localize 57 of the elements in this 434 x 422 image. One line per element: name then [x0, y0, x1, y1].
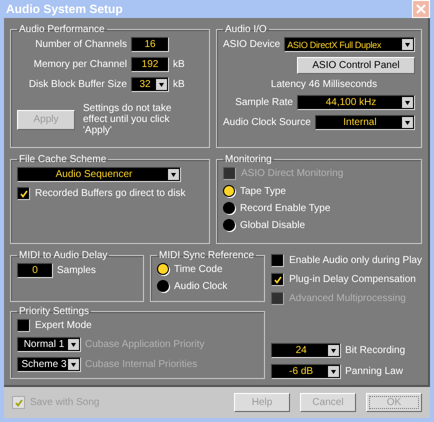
unit-label: kB	[173, 79, 185, 90]
radio-button[interactable]	[223, 219, 235, 231]
checkbox-label: Expert Mode	[35, 320, 92, 331]
checkbox[interactable]	[271, 254, 284, 267]
unit-label: kB	[173, 59, 185, 70]
group-title: MIDI to Audio Delay	[18, 250, 108, 261]
unit-label: Samples	[57, 265, 96, 276]
field-label: Bit Recording	[345, 345, 406, 356]
radio-label: Audio Clock	[174, 280, 228, 292]
dropdown[interactable]: Scheme 3	[17, 357, 81, 372]
radio-label: Record Enable Type	[240, 202, 330, 214]
apply-note: Settings do not take effect until you click 'Apply'	[83, 103, 172, 136]
field-label: Disk Block Buffer Size	[28, 79, 127, 90]
dropdown[interactable]: 32	[131, 77, 169, 92]
radio-button[interactable]	[223, 202, 235, 214]
close-icon	[415, 3, 427, 15]
group-title: Monitoring	[224, 154, 273, 165]
radio-button[interactable]	[157, 280, 169, 292]
group-title: File Cache Scheme	[18, 154, 108, 165]
field-label: Number of Channels	[34, 39, 127, 50]
checkbox-label: ASIO Direct Monitoring	[241, 168, 344, 179]
latency-text: Latency 46 Milliseconds	[270, 79, 378, 90]
checkbox[interactable]	[17, 319, 30, 332]
field-label: Sample Rate	[235, 97, 293, 108]
checkbox-label: Recorded Buffers go direct to disk	[35, 188, 186, 199]
field-label: Memory per Channel	[32, 59, 127, 70]
dropdown[interactable]: Audio Sequencer	[17, 167, 181, 182]
checkbox-label: Plug-in Delay Compensation	[289, 274, 416, 285]
priority-label: Cubase Internal Priorities	[85, 359, 198, 370]
group-title: Priority Settings	[18, 306, 90, 317]
dropdown[interactable]: ASIO DirectX Full Duplex	[284, 37, 415, 52]
dropdown[interactable]: Internal	[314, 115, 415, 130]
radio-button[interactable]	[157, 263, 169, 275]
dropdown[interactable]: -6 dB	[271, 364, 342, 379]
dropdown[interactable]: Normal 1	[17, 337, 81, 352]
field-label: Audio Clock Source	[223, 117, 311, 128]
field-label: Panning Law	[345, 366, 403, 377]
radio-label: Time Code	[174, 264, 223, 274]
value-field[interactable]: 192	[131, 57, 169, 72]
dropdown[interactable]: 24	[271, 343, 342, 358]
field-label: ASIO Device	[223, 39, 280, 50]
checkbox-label: Advanced Multiprocessing	[289, 293, 406, 304]
asio-control-panel-button[interactable]: ASIO Control Panel	[297, 57, 415, 74]
window-title: Audio System Setup	[6, 2, 123, 16]
checkbox[interactable]	[271, 273, 284, 286]
radio-label: Global Disable	[240, 220, 306, 230]
checkbox[interactable]	[17, 187, 30, 200]
radio-label: Tape Type	[240, 186, 286, 196]
group-title: MIDI Sync Reference	[158, 250, 256, 261]
dropdown[interactable]: 44,100 kHz	[297, 95, 415, 110]
group-title: Audio I/O	[224, 24, 268, 35]
radio-button[interactable]	[223, 185, 235, 197]
value-field[interactable]: 16	[131, 37, 169, 52]
priority-label: Cubase Application Priority	[85, 339, 205, 350]
checkbox-label: Enable Audio only during Play	[289, 255, 422, 266]
value-field[interactable]: 0	[17, 263, 53, 278]
group-title: Audio Performance	[18, 24, 106, 35]
